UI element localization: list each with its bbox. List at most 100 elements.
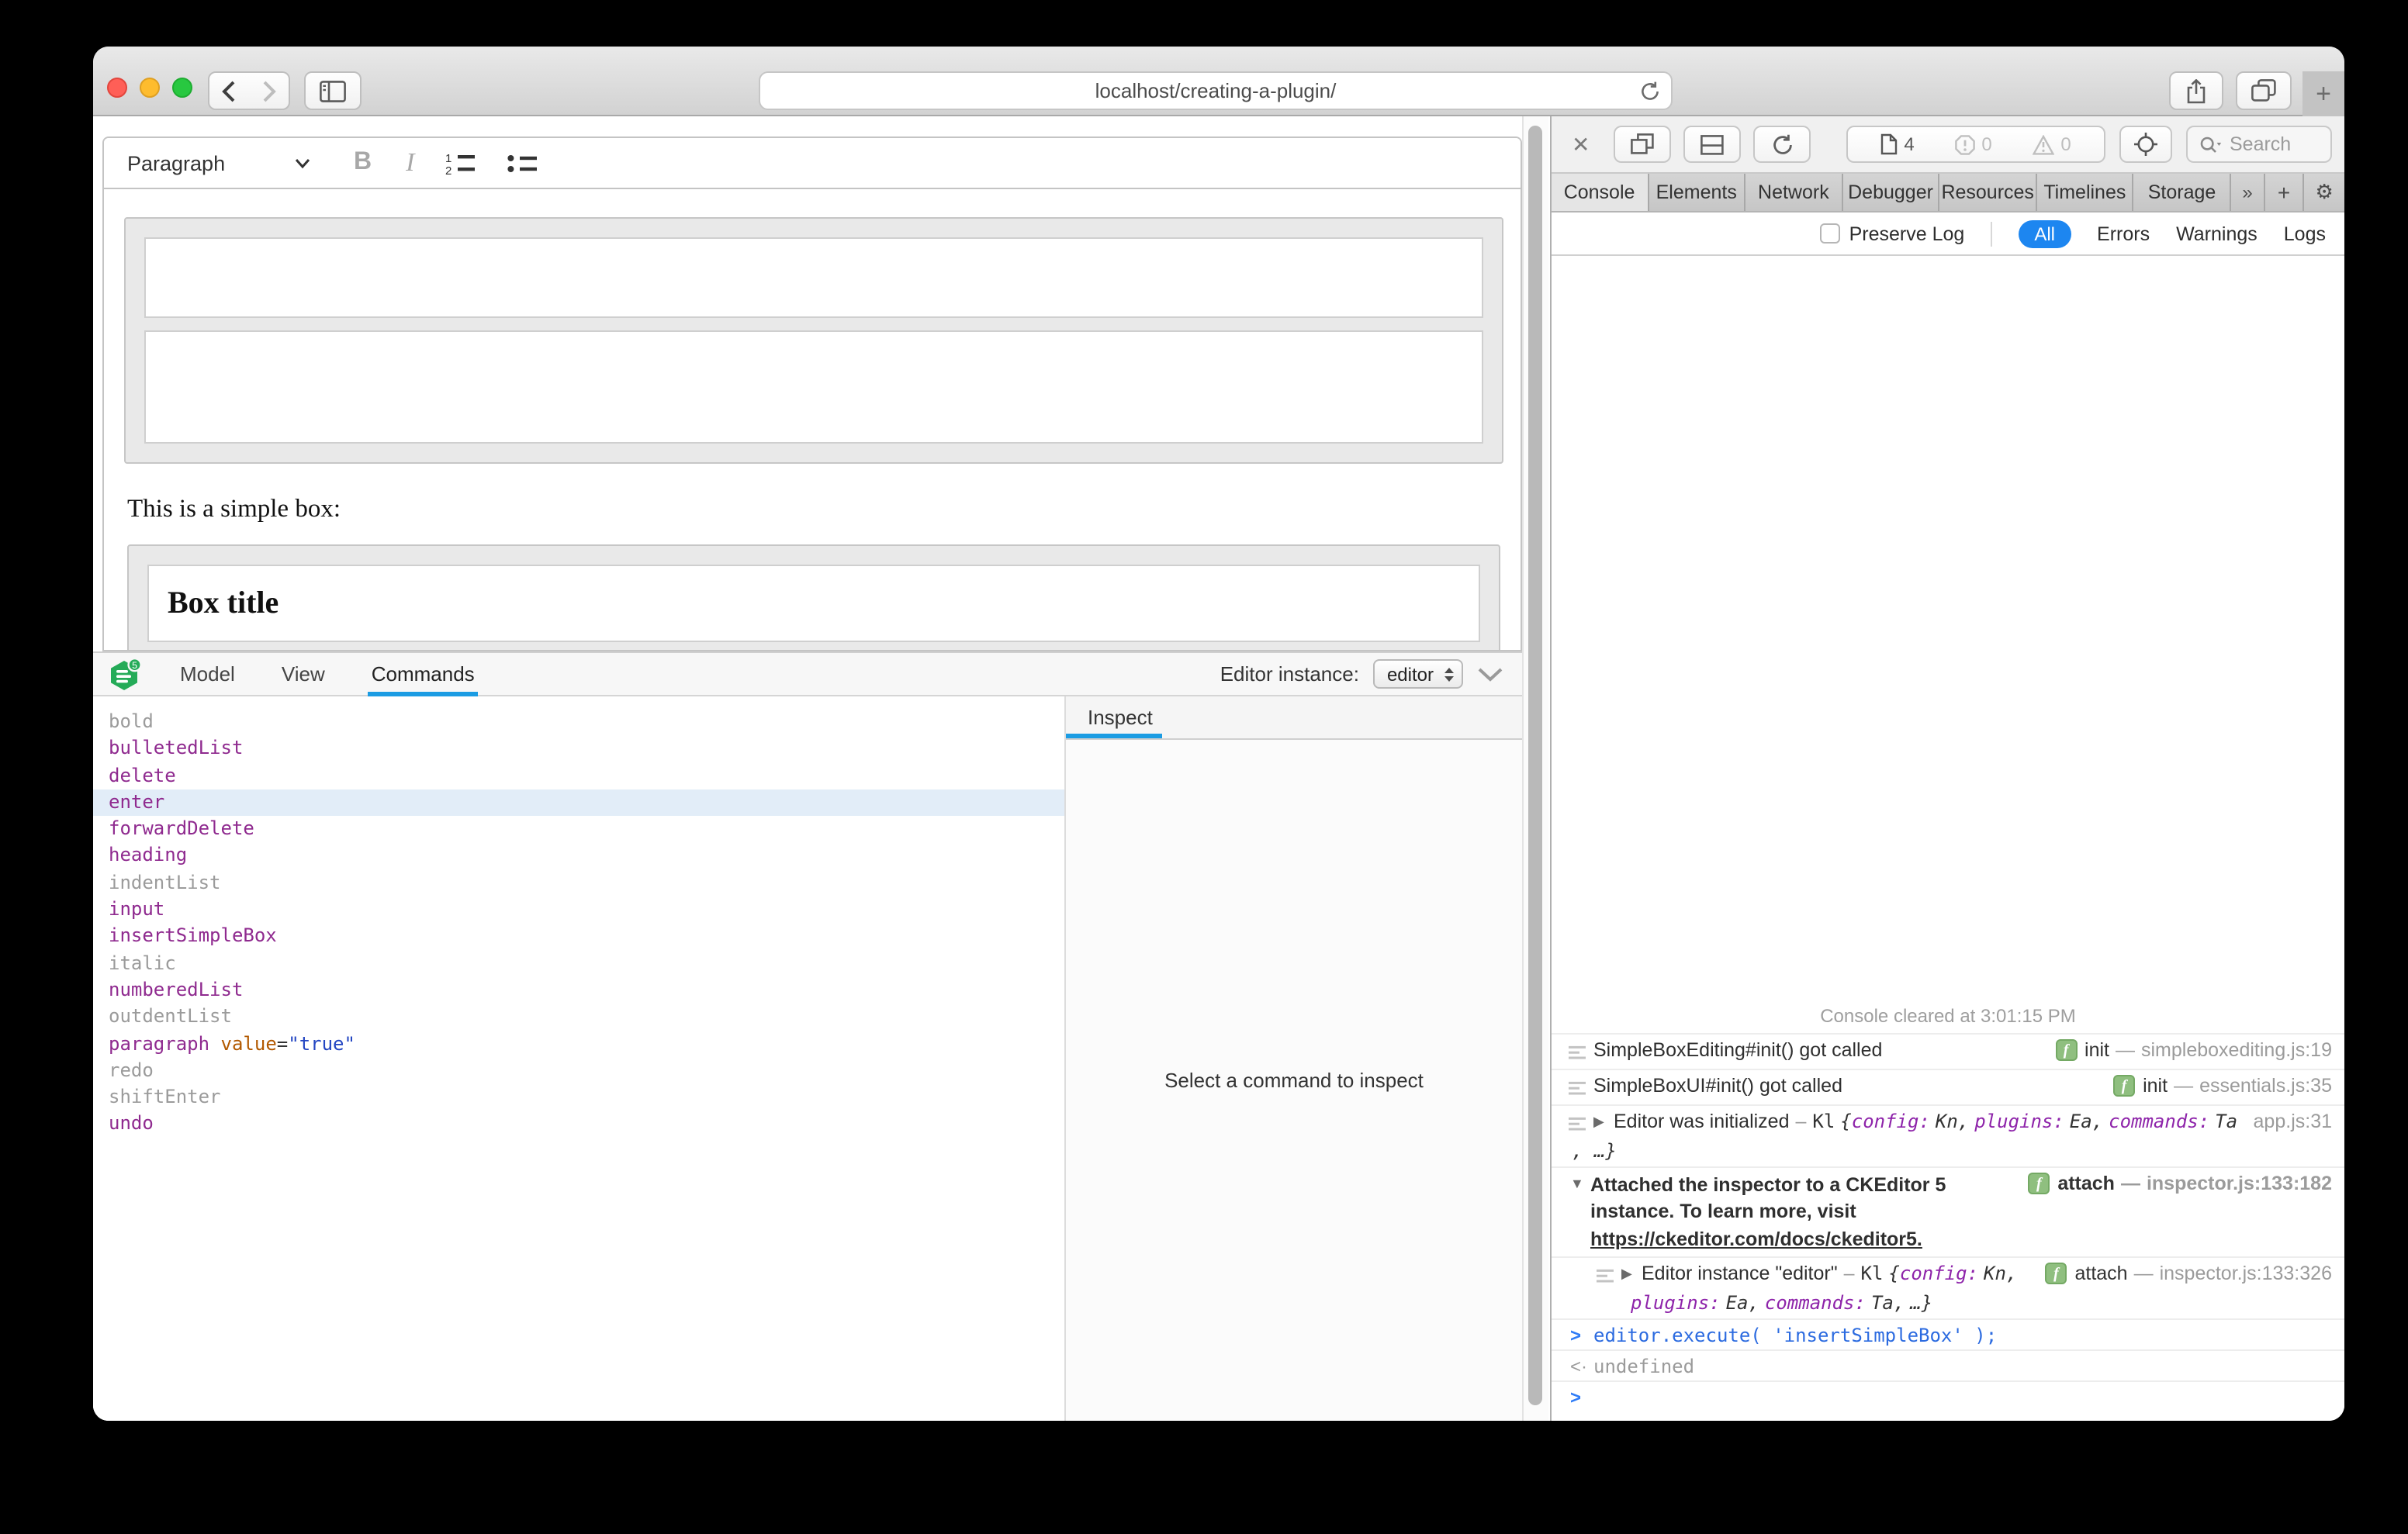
tab-commands[interactable]: Commands	[372, 652, 475, 696]
tab-console[interactable]: Console	[1552, 174, 1649, 211]
console-output[interactable]: Console cleared at 3:01:15 PM SimpleBoxE…	[1552, 257, 2344, 1421]
tab-view[interactable]: View	[282, 652, 325, 696]
disclosure-triangle[interactable]: ▶	[1621, 1266, 1642, 1283]
zoom-window-button[interactable]	[172, 78, 192, 98]
command-item[interactable]: bulletedList	[93, 736, 1064, 763]
simple-box-widget[interactable]	[124, 217, 1503, 464]
tab-network[interactable]: Network	[1745, 174, 1842, 211]
new-tab-button[interactable]: +	[2302, 71, 2344, 116]
tab-overview-button[interactable]	[2236, 71, 2292, 110]
command-item[interactable]: outdentList	[93, 1004, 1064, 1031]
plus-icon: +	[2316, 78, 2331, 109]
tab-debugger[interactable]: Debugger	[1842, 174, 1939, 211]
resource-status-group[interactable]: 4 0 0	[1846, 126, 2105, 163]
console-message[interactable]: SimpleBoxUI#init() got called f init — e…	[1552, 1068, 2344, 1104]
minimize-window-button[interactable]	[140, 78, 160, 98]
active-tab-underline	[1066, 734, 1162, 738]
command-item[interactable]: delete	[93, 762, 1064, 789]
console-result[interactable]: <· undefined	[1552, 1349, 2344, 1380]
heading-dropdown[interactable]: Paragraph	[127, 151, 282, 174]
console-prompt-row[interactable]: >	[1552, 1380, 2344, 1421]
source-location-link[interactable]: simpleboxediting.js:19	[2141, 1038, 2332, 1060]
console-message[interactable]: ▶ Editor was initialized – Kl {config: K…	[1552, 1104, 2344, 1166]
console-message[interactable]: ▶ Editor instance "editor" – Kl {config:…	[1552, 1256, 2344, 1318]
console-message[interactable]: ▼ Attached the inspector to a CKEditor 5…	[1552, 1166, 2344, 1256]
element-picker-button[interactable]	[2119, 126, 2172, 163]
command-item[interactable]: insertSimpleBox	[93, 924, 1064, 951]
forward-button[interactable]	[248, 71, 290, 110]
add-tab-button[interactable]: +	[2265, 174, 2304, 211]
simple-box-title-field[interactable]: Box title	[147, 565, 1480, 642]
executed-command: editor.execute( 'insertSimpleBox' );	[1593, 1325, 1997, 1346]
ckeditor-docs-link[interactable]: https://ckeditor.com/docs/ckeditor5.	[1590, 1228, 1922, 1249]
preserve-log-checkbox[interactable]	[1820, 223, 1840, 244]
filter-errors[interactable]: Errors	[2097, 223, 2150, 244]
log-icon	[1569, 1079, 1593, 1100]
command-item[interactable]: paragraph value="true"	[93, 1031, 1064, 1058]
source-location-link[interactable]: app.js:31	[2254, 1110, 2332, 1131]
source-location-link[interactable]: inspector.js:133:182	[2147, 1172, 2332, 1194]
collapse-inspector-icon[interactable]	[1477, 666, 1503, 682]
tab-resources[interactable]: Resources	[1940, 174, 2037, 211]
page-scrollbar[interactable]	[1522, 116, 1548, 1421]
command-item[interactable]: forwardDelete	[93, 816, 1064, 843]
source-location-link[interactable]: essentials.js:35	[2199, 1074, 2332, 1096]
tab-model[interactable]: Model	[180, 652, 235, 696]
command-item[interactable]: indentList	[93, 870, 1064, 897]
disclosure-triangle[interactable]: ▼	[1570, 1175, 1590, 1190]
inspector-body: bold bulletedList delete enter forwardDe…	[93, 696, 1522, 1421]
command-item[interactable]: input	[93, 897, 1064, 924]
editor-content[interactable]: This is a simple box: Box title	[104, 189, 1521, 651]
ckeditor-frame: Paragraph B I 1 2	[102, 136, 1522, 651]
tab-timelines[interactable]: Timelines	[2037, 174, 2134, 211]
back-button[interactable]	[208, 71, 250, 110]
scrollbar-thumb[interactable]	[1528, 126, 1542, 1405]
italic-button[interactable]: I	[406, 147, 414, 178]
source-location-link[interactable]: inspector.js:133:326	[2160, 1263, 2332, 1284]
console-cleared-note: Console cleared at 3:01:15 PM	[1552, 998, 2344, 1032]
command-item[interactable]: bold	[93, 709, 1064, 736]
chevron-down-icon[interactable]	[295, 149, 310, 177]
tab-elements[interactable]: Elements	[1649, 174, 1745, 211]
close-inspector-button[interactable]: ✕	[1572, 130, 1590, 158]
numbered-list-button[interactable]: 1 2	[445, 151, 476, 174]
resource-count: 4	[1880, 133, 1914, 155]
command-item[interactable]: undo	[93, 1111, 1064, 1138]
disclosure-triangle[interactable]: ▶	[1593, 1113, 1614, 1130]
filter-all[interactable]: All	[2019, 219, 2071, 247]
editor-instance-select[interactable]: editor	[1373, 659, 1463, 689]
command-item[interactable]: numberedList	[93, 977, 1064, 1004]
search-field[interactable]: Search	[2186, 126, 2332, 163]
filter-logs[interactable]: Logs	[2284, 223, 2326, 244]
console-input-echo[interactable]: > editor.execute( 'insertSimpleBox' );	[1552, 1318, 2344, 1349]
settings-gear-button[interactable]: ⚙	[2304, 174, 2344, 211]
tab-storage[interactable]: Storage	[2134, 174, 2231, 211]
simple-box-description-field[interactable]	[144, 330, 1483, 444]
share-button[interactable]	[2169, 71, 2223, 110]
address-bar[interactable]: localhost/creating-a-plugin/	[759, 71, 1673, 110]
bulleted-list-button[interactable]	[507, 153, 538, 173]
command-item[interactable]: italic	[93, 950, 1064, 977]
command-item-selected[interactable]: enter	[93, 789, 1064, 817]
reload-button[interactable]	[1640, 81, 1660, 110]
dock-bottom-button[interactable]	[1683, 126, 1741, 163]
inspector-header: 5 Model View Commands Editor instance: e…	[93, 653, 1522, 696]
command-item[interactable]: heading	[93, 843, 1064, 870]
simple-box-widget[interactable]: Box title	[127, 544, 1500, 651]
console-message[interactable]: SimpleBoxEditing#init() got called f ini…	[1552, 1032, 2344, 1068]
inspector-tab-bar: Console Elements Network Debugger Resour…	[1552, 174, 2344, 212]
reload-page-button[interactable]	[1753, 126, 1811, 163]
filter-warnings[interactable]: Warnings	[2176, 223, 2258, 244]
command-item[interactable]: shiftEnter	[93, 1084, 1064, 1111]
close-window-button[interactable]	[107, 78, 127, 98]
tab-overflow-button[interactable]: »	[2231, 174, 2265, 211]
detach-button[interactable]	[1614, 126, 1671, 163]
bold-button[interactable]: B	[354, 149, 372, 177]
editor-instance-value: editor	[1387, 663, 1434, 685]
document-paragraph[interactable]: This is a simple box:	[127, 492, 1511, 526]
console-filter-bar: Preserve Log All Errors Warnings Logs	[1552, 212, 2344, 256]
command-item[interactable]: redo	[93, 1058, 1064, 1085]
sidebar-toggle-button[interactable]	[304, 71, 362, 110]
inspect-panel: Inspect Select a command to inspect	[1066, 696, 1522, 1421]
simple-box-title-field[interactable]	[144, 237, 1483, 318]
